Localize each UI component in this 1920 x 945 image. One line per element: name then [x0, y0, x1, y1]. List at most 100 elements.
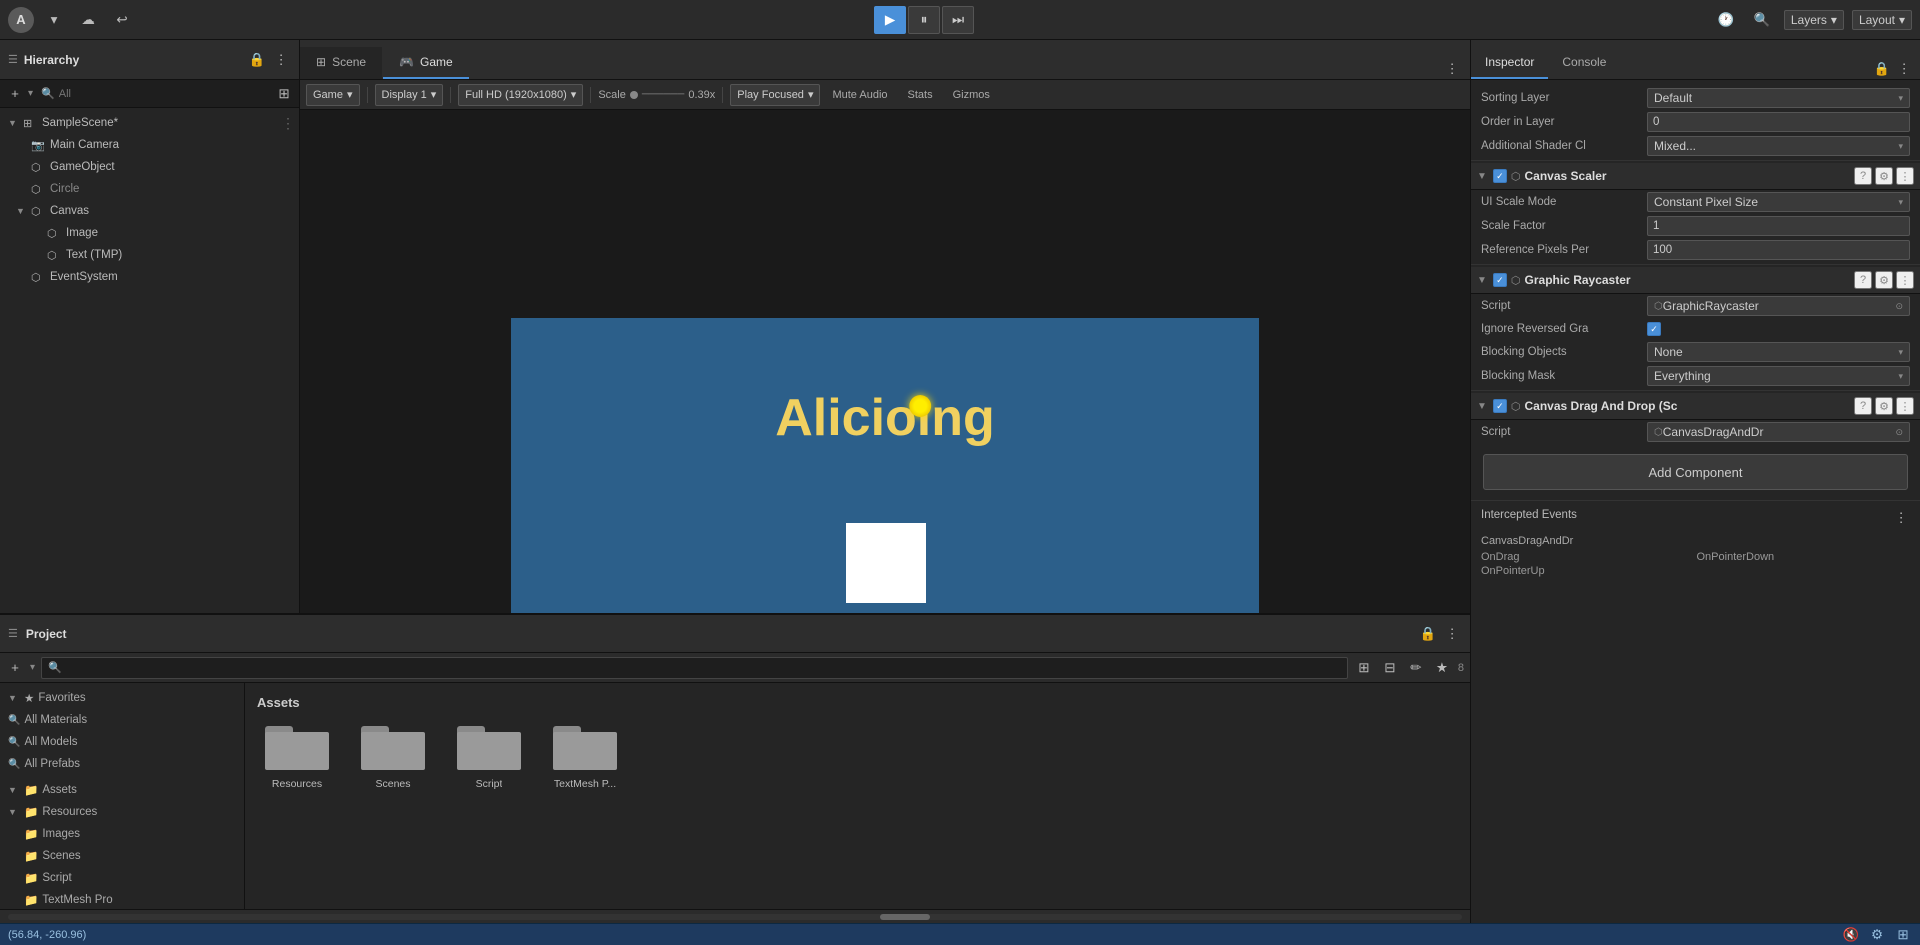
undo-btn[interactable]: ↩ — [108, 6, 136, 34]
hierarchy-filter-btn[interactable]: ⊞ — [275, 85, 293, 103]
eventsys-label: EventSystem — [50, 271, 118, 283]
hierarchy-item-game-object[interactable]: ⬡ GameObject — [0, 156, 299, 178]
inspector-tab[interactable]: Inspector — [1471, 47, 1548, 79]
project-search-input[interactable] — [66, 657, 1341, 679]
sidebar-all-prefabs[interactable]: 🔍 All Prefabs — [0, 753, 244, 775]
ignore-reversed-checkbox[interactable]: ✓ — [1647, 322, 1661, 336]
tab-scene[interactable]: ⊞ Scene — [300, 47, 382, 79]
order-input[interactable] — [1647, 112, 1910, 132]
game-tab-label: Game — [420, 55, 453, 69]
project-view2-btn[interactable]: ⊟ — [1380, 658, 1400, 678]
hierarchy-lock-btn[interactable]: 🔒 — [247, 50, 267, 70]
play-button[interactable]: ▶ — [874, 6, 906, 34]
blocking-objects-dropdown[interactable]: None ▾ — [1647, 342, 1910, 362]
scrollbar-track[interactable] — [8, 914, 1462, 920]
hierarchy-item-main-camera[interactable]: 📷 Main Camera — [0, 134, 299, 156]
gizmos-btn[interactable]: Gizmos — [945, 84, 998, 106]
cd-script-dropdown[interactable]: ⬡ CanvasDragAndDr ⊙ — [1647, 422, 1910, 442]
scene-menu[interactable]: ⋮ — [281, 115, 295, 132]
asset-scenes[interactable]: Scenes — [353, 722, 433, 790]
sidebar-images[interactable]: 📁 Images — [0, 823, 244, 845]
hierarchy-more-btn[interactable]: ⋮ — [271, 50, 291, 70]
canvas-scaler-settings[interactable]: ⚙ — [1875, 167, 1893, 185]
gr-help[interactable]: ? — [1854, 271, 1872, 289]
ui-scale-dropdown[interactable]: Constant Pixel Size ▾ — [1647, 192, 1910, 212]
sidebar-favorites[interactable]: ▼ ★ Favorites — [0, 687, 244, 709]
tab-game[interactable]: 🎮 Game — [383, 47, 469, 79]
inspector-more-btn[interactable]: ⋮ — [1894, 59, 1914, 79]
pause-button[interactable]: ⏸ — [908, 6, 940, 34]
canvas-drag-checkbox[interactable]: ✓ — [1493, 399, 1507, 413]
cd-more[interactable]: ⋮ — [1896, 397, 1914, 415]
account-avatar[interactable]: A — [8, 7, 34, 33]
scale-factor-input[interactable] — [1647, 216, 1910, 236]
hierarchy-item-image[interactable]: ⬡ Image — [0, 222, 299, 244]
inspector-lock-btn[interactable]: 🔒 — [1874, 61, 1890, 77]
asset-textmesh[interactable]: TextMesh P... — [545, 722, 625, 790]
canvas-scaler-more[interactable]: ⋮ — [1896, 167, 1914, 185]
sorting-layer-dropdown[interactable]: Default ▾ — [1647, 88, 1910, 108]
layers-dropdown[interactable]: Layers ▾ — [1784, 10, 1844, 30]
status-icon-2[interactable]: ⚙ — [1868, 926, 1886, 944]
folder-scenes-label: Scenes — [375, 778, 410, 790]
shader-dropdown[interactable]: Mixed... ▾ — [1647, 136, 1910, 156]
gr-script-dropdown[interactable]: ⬡ GraphicRaycaster ⊙ — [1647, 296, 1910, 316]
project-add-btn[interactable]: + — [6, 659, 24, 677]
text-label: Text (TMP) — [66, 249, 122, 261]
status-icon-1[interactable]: 🔇 — [1842, 926, 1860, 944]
console-tab[interactable]: Console — [1548, 47, 1620, 79]
hierarchy-item-text-tmp[interactable]: ⬡ Text (TMP) — [0, 244, 299, 266]
step-button[interactable]: ⏭ — [942, 6, 974, 34]
display-dropdown[interactable]: Display 1 ▾ — [375, 84, 444, 106]
cd-settings[interactable]: ⚙ — [1875, 397, 1893, 415]
mute-audio-btn[interactable]: Mute Audio — [824, 84, 895, 106]
gr-more[interactable]: ⋮ — [1896, 271, 1914, 289]
stats-btn[interactable]: Stats — [900, 84, 941, 106]
hierarchy-add-btn[interactable]: + — [6, 85, 24, 103]
canvas-scaler-help[interactable]: ? — [1854, 167, 1872, 185]
game-dropdown[interactable]: Game ▾ — [306, 84, 360, 106]
canvas-scaler-checkbox[interactable]: ✓ — [1493, 169, 1507, 183]
hierarchy-item-circle[interactable]: ⬡ Circle — [0, 178, 299, 200]
sidebar-resources[interactable]: ▼ 📁 Resources — [0, 801, 244, 823]
status-icon-3[interactable]: ⊞ — [1894, 926, 1912, 944]
sidebar-assets[interactable]: ▼ 📁 Assets — [0, 779, 244, 801]
asset-script[interactable]: Script — [449, 722, 529, 790]
history-btn[interactable]: 🕐 — [1712, 6, 1740, 34]
project-more-btn[interactable]: ⋮ — [1442, 624, 1462, 644]
project-lock-btn[interactable]: 🔒 — [1418, 624, 1438, 644]
scrollbar-thumb[interactable] — [880, 914, 930, 920]
resolution-dropdown[interactable]: Full HD (1920x1080) ▾ — [458, 84, 583, 106]
sidebar-textmesh[interactable]: 📁 TextMesh Pro — [0, 889, 244, 909]
game-title: Alicio ing — [775, 388, 995, 448]
sidebar-all-models[interactable]: 🔍 All Models — [0, 731, 244, 753]
account-dropdown-btn[interactable]: ▾ — [40, 6, 68, 34]
search-btn[interactable]: 🔍 — [1748, 6, 1776, 34]
circle-icon: ⬡ — [31, 183, 47, 196]
sidebar-scenes[interactable]: 📁 Scenes — [0, 845, 244, 867]
hierarchy-search-input[interactable] — [59, 88, 271, 100]
sidebar-script[interactable]: 📁 Script — [0, 867, 244, 889]
gr-settings[interactable]: ⚙ — [1875, 271, 1893, 289]
project-view1-btn[interactable]: ⊞ — [1354, 658, 1374, 678]
hierarchy-item-event-system[interactable]: ⬡ EventSystem — [0, 266, 299, 288]
gr-script-chevron: ⊙ — [1895, 301, 1903, 312]
graphic-raycaster-checkbox[interactable]: ✓ — [1493, 273, 1507, 287]
toolbar-sep3 — [590, 87, 591, 103]
hierarchy-item-sample-scene[interactable]: ▼ ⊞ SampleScene* ⋮ — [0, 112, 299, 134]
hierarchy-item-canvas[interactable]: ▼ ⬡ Canvas — [0, 200, 299, 222]
ref-pixels-input[interactable] — [1647, 240, 1910, 260]
folder-resources-icon — [265, 722, 329, 772]
project-view3-btn[interactable]: ✏ — [1406, 658, 1426, 678]
sidebar-all-materials[interactable]: 🔍 All Materials — [0, 709, 244, 731]
intercepted-more-btn[interactable]: ⋮ — [1892, 509, 1910, 527]
layout-dropdown[interactable]: Layout ▾ — [1852, 10, 1912, 30]
add-component-button[interactable]: Add Component — [1483, 454, 1908, 490]
blocking-mask-dropdown[interactable]: Everything ▾ — [1647, 366, 1910, 386]
center-more-btn[interactable]: ⋮ — [1442, 59, 1462, 79]
asset-resources[interactable]: Resources — [257, 722, 337, 790]
cloud-btn[interactable]: ☁ — [74, 6, 102, 34]
project-star-btn[interactable]: ★ — [1432, 658, 1452, 678]
cd-help[interactable]: ? — [1854, 397, 1872, 415]
play-focused-dropdown[interactable]: Play Focused ▾ — [730, 84, 820, 106]
